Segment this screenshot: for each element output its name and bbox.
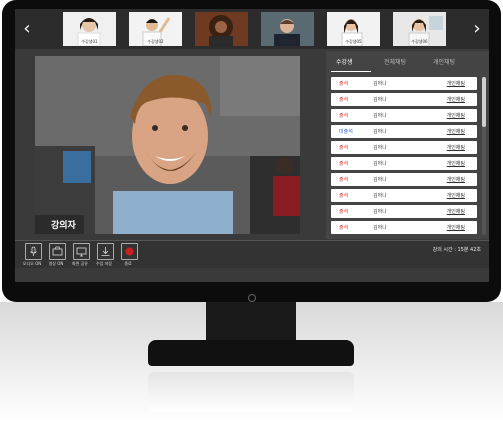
student-name: 김하나 [373, 209, 387, 215]
active-tab-indicator [331, 71, 371, 72]
private-chat-link[interactable]: 개인채팅 [447, 144, 465, 151]
student-row: 출석 김하나 개인채팅 [331, 205, 477, 218]
student-row: 출석 김하나 개인채팅 [331, 141, 477, 154]
private-chat-link[interactable]: 개인채팅 [447, 160, 465, 167]
screen: ‹ 수강생01 수강생02 수강생03 수강생04 수강생05 수강생06 › … [15, 9, 489, 282]
private-chat-link[interactable]: 개인채팅 [447, 176, 465, 183]
participant-thumbnail[interactable]: 수강생03 [195, 12, 248, 46]
monitor-stand-neck [206, 302, 296, 342]
participant-name: 수강생02 [147, 39, 164, 44]
student-row: 출석 김하나 개인채팅 [331, 109, 477, 122]
private-chat-link[interactable]: 개인채팅 [447, 80, 465, 87]
student-name: 김하나 [373, 113, 387, 119]
participant-name: 수강생03 [213, 39, 230, 44]
student-row: 출석 김하나 개인채팅 [331, 189, 477, 202]
prev-arrow-icon[interactable]: ‹ [15, 9, 39, 49]
end-class-button[interactable] [121, 243, 138, 260]
attendance-status: 출석 [339, 97, 349, 103]
scrollbar-thumb[interactable] [482, 77, 486, 127]
participant-thumbnail[interactable]: 수강생05 [327, 12, 380, 46]
main-video: 강의자 [35, 56, 300, 234]
attendance-status: 출석 [339, 177, 349, 183]
participant-name: 수강생05 [345, 39, 362, 44]
private-chat-link[interactable]: 개인채팅 [447, 224, 465, 231]
student-row: 미출석 김하나 개인채팅 [331, 125, 477, 138]
end-class-label: 종료 [124, 261, 132, 266]
private-chat-link[interactable]: 개인채팅 [447, 112, 465, 119]
student-name: 김하나 [373, 193, 387, 199]
private-chat-link[interactable]: 개인채팅 [447, 208, 465, 215]
student-list: 출석 김하나 개인채팅 출석 김하나 개인채팅 출석 김하나 개인채팅 미출석 김하나 개인채팅 출석 김… [331, 77, 477, 237]
next-arrow-icon[interactable]: › [465, 9, 489, 49]
student-name: 김하나 [373, 81, 387, 87]
monitor-stand-base [148, 340, 354, 366]
student-row: 출석 김하나 개인채팅 [331, 77, 477, 90]
student-panel: 수강생 전체채팅 개인채팅 출석 김하나 개인채팅 출석 김하나 개인채팅 출석 김하나 개인채… [326, 51, 489, 239]
camera-icon [52, 246, 63, 256]
attendance-status: 출석 [339, 145, 349, 151]
audio-toggle-button[interactable] [25, 243, 42, 260]
private-chat-link[interactable]: 개인채팅 [447, 96, 465, 103]
microphone-icon [30, 246, 37, 256]
participant-thumbnail[interactable]: 수강생02 [129, 12, 182, 46]
tab-private-chat[interactable]: 개인채팅 [433, 57, 455, 66]
download-icon [101, 247, 110, 256]
scrollbar[interactable] [482, 77, 486, 235]
monitor-stand-reflection [148, 372, 354, 412]
private-chat-link[interactable]: 개인채팅 [447, 192, 465, 199]
student-name: 김하나 [373, 225, 387, 231]
participant-name: 수강생04 [279, 39, 296, 44]
attendance-status: 출석 [339, 193, 349, 199]
video-toggle-button[interactable] [49, 243, 66, 260]
monitor-frame: ‹ 수강생01 수강생02 수강생03 수강생04 수강생05 수강생06 › … [2, 0, 501, 302]
private-chat-link[interactable]: 개인채팅 [447, 128, 465, 135]
screen-share-icon [76, 247, 87, 257]
control-bar: 오디오 ON 영상 ON 화면 공유 수업 저장 종료 강의 시간: 15분 … [15, 240, 489, 268]
student-name: 김하나 [373, 145, 387, 151]
participant-strip: ‹ 수강생01 수강생02 수강생03 수강생04 수강생05 수강생06 › [15, 9, 489, 49]
student-name: 김하나 [373, 97, 387, 103]
student-name: 김하나 [373, 177, 387, 183]
panel-tabs: 수강생 전체채팅 개인채팅 [326, 51, 489, 73]
student-row: 출석 김하나 개인채팅 [331, 157, 477, 170]
student-row: 출석 김하나 개인채팅 [331, 221, 477, 234]
participant-thumbnail[interactable]: 수강생04 [261, 12, 314, 46]
student-name: 김하나 [373, 161, 387, 167]
save-class-button[interactable] [97, 243, 114, 260]
participant-thumbnail[interactable]: 수강생01 [63, 12, 116, 46]
attendance-status: 미출석 [339, 129, 353, 135]
participant-name: 수강생06 [411, 39, 428, 44]
participant-name: 수강생01 [81, 39, 98, 44]
attendance-status: 출석 [339, 161, 349, 167]
power-button-icon[interactable] [248, 294, 256, 302]
speaker-video-frame [35, 56, 300, 234]
participant-thumbnail[interactable]: 수강생06 [393, 12, 446, 46]
tab-all-chat[interactable]: 전체채팅 [384, 57, 406, 66]
screen-share-button[interactable] [73, 243, 90, 260]
stop-icon [125, 247, 134, 256]
student-name: 김하나 [373, 129, 387, 135]
speaker-label: 강의자 [35, 215, 84, 234]
student-row: 출석 김하나 개인채팅 [331, 173, 477, 186]
attendance-status: 출석 [339, 81, 349, 87]
tab-students[interactable]: 수강생 [336, 57, 353, 66]
class-timer: 강의 시간 : 15분 42초 [432, 247, 481, 253]
student-row: 출석 김하나 개인채팅 [331, 93, 477, 106]
attendance-status: 출석 [339, 209, 349, 215]
attendance-status: 출석 [339, 225, 349, 231]
attendance-status: 출석 [339, 113, 349, 119]
